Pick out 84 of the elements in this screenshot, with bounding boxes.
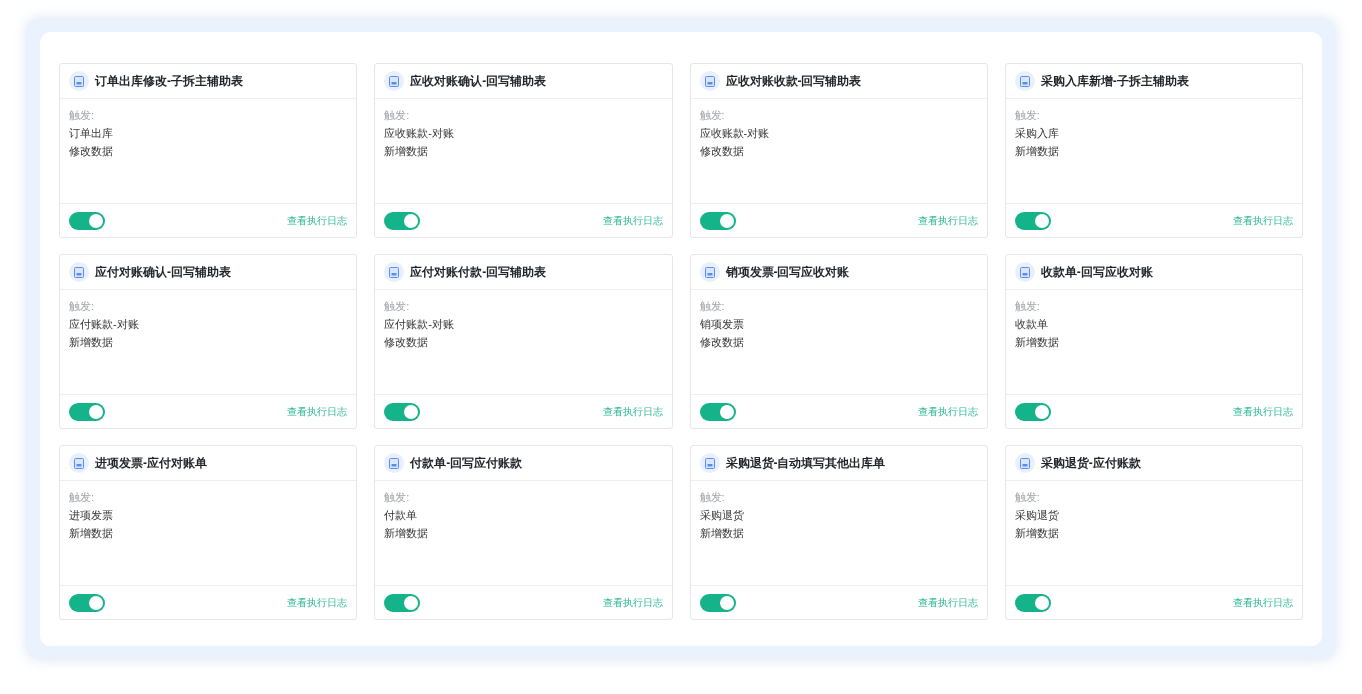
trigger-label: 触发: [1014,108,1041,123]
card-title: 采购入库新增-子拆主辅助表 [1040,73,1189,90]
trigger-label: 触发: [699,490,726,505]
view-log-link[interactable]: 查看执行日志 [602,595,663,610]
document-icon [1014,453,1035,473]
view-log-link[interactable]: 查看执行日志 [287,213,348,228]
trigger-event: 新增数据 [1014,144,1060,159]
trigger-label: 触发: [384,108,411,123]
trigger-event: 新增数据 [1014,335,1060,350]
trigger-label: 触发: [69,490,96,505]
view-log-link[interactable]: 查看执行日志 [917,404,978,419]
toggle-switch[interactable] [1014,593,1051,612]
card-title: 采购退货-应付账款 [1040,455,1141,472]
trigger-label: 触发: [1014,490,1041,505]
document-icon [1014,262,1035,282]
view-log-link[interactable]: 查看执行日志 [602,213,663,228]
card-title: 收款单-回写应收对账 [1040,264,1153,281]
view-log-link[interactable]: 查看执行日志 [1233,404,1293,419]
card-title: 销项发票-回写应收对账 [725,264,850,281]
document-icon [384,262,405,282]
view-log-link[interactable]: 查看执行日志 [917,595,978,610]
view-log-link[interactable]: 查看执行日志 [1233,595,1293,610]
trigger-label: 触发: [69,299,96,314]
trigger-event: 新增数据 [384,144,430,159]
card-title: 付款单-回写应付账款 [410,455,523,472]
document-icon [384,71,405,91]
document-icon [69,262,89,282]
view-log-link[interactable]: 查看执行日志 [287,404,348,419]
trigger-event: 修改数据 [699,144,745,159]
trigger-event: 新增数据 [1014,526,1060,541]
toggle-switch[interactable] [384,211,421,230]
card-title: 应付对账确认-回写辅助表 [95,264,231,281]
toggle-switch[interactable] [384,402,421,421]
trigger-source: 销项发票 [699,317,745,332]
trigger-source: 应收账款-对账 [384,126,455,141]
trigger-source: 应付账款-对账 [69,317,140,332]
trigger-source: 采购退货 [699,508,745,523]
view-log-link[interactable]: 查看执行日志 [602,404,663,419]
toggle-switch[interactable] [699,402,736,421]
trigger-label: 触发: [699,299,726,314]
trigger-label: 触发: [699,108,726,123]
trigger-event: 新增数据 [699,526,745,541]
document-icon [1014,71,1035,91]
trigger-event: 新增数据 [69,335,114,350]
card-title: 应收对账确认-回写辅助表 [410,73,547,90]
trigger-event: 修改数据 [69,144,114,159]
toggle-switch[interactable] [69,211,105,230]
trigger-source: 付款单 [384,508,419,523]
toggle-switch[interactable] [69,593,105,612]
trigger-event: 新增数据 [69,526,114,541]
view-log-link[interactable]: 查看执行日志 [917,213,978,228]
document-icon [69,71,89,91]
trigger-event: 新增数据 [384,526,430,541]
toggle-switch[interactable] [69,402,105,421]
card-title: 进项发票-应付对账单 [95,455,207,472]
toggle-switch[interactable] [1014,211,1051,230]
trigger-event: 修改数据 [384,335,430,350]
view-log-link[interactable]: 查看执行日志 [1233,213,1293,228]
trigger-source: 应付账款-对账 [384,317,455,332]
card-title: 应付对账付款-回写辅助表 [410,264,547,281]
card-title: 订单出库修改-子拆主辅助表 [95,73,243,90]
trigger-label: 触发: [1014,299,1041,314]
trigger-source: 应收账款-对账 [699,126,771,141]
trigger-label: 触发: [384,299,411,314]
trigger-event: 修改数据 [699,335,745,350]
trigger-source: 收款单 [1014,317,1049,332]
toggle-switch[interactable] [1014,402,1051,421]
card-title: 采购退货-自动填写其他出库单 [725,455,886,472]
toggle-switch[interactable] [699,211,736,230]
document-icon [699,262,720,282]
document-icon [384,453,405,473]
trigger-source: 进项发票 [69,508,114,523]
document-icon [699,71,720,91]
trigger-source: 采购退货 [1014,508,1060,523]
toggle-switch[interactable] [699,593,736,612]
trigger-source: 订单出库 [69,126,114,141]
document-icon [69,453,89,473]
card-title: 应收对账收款-回写辅助表 [725,73,862,90]
toggle-switch[interactable] [384,593,421,612]
trigger-label: 触发: [69,108,96,123]
view-log-link[interactable]: 查看执行日志 [287,595,348,610]
trigger-label: 触发: [384,490,411,505]
document-icon [699,453,720,473]
trigger-source: 采购入库 [1014,126,1060,141]
